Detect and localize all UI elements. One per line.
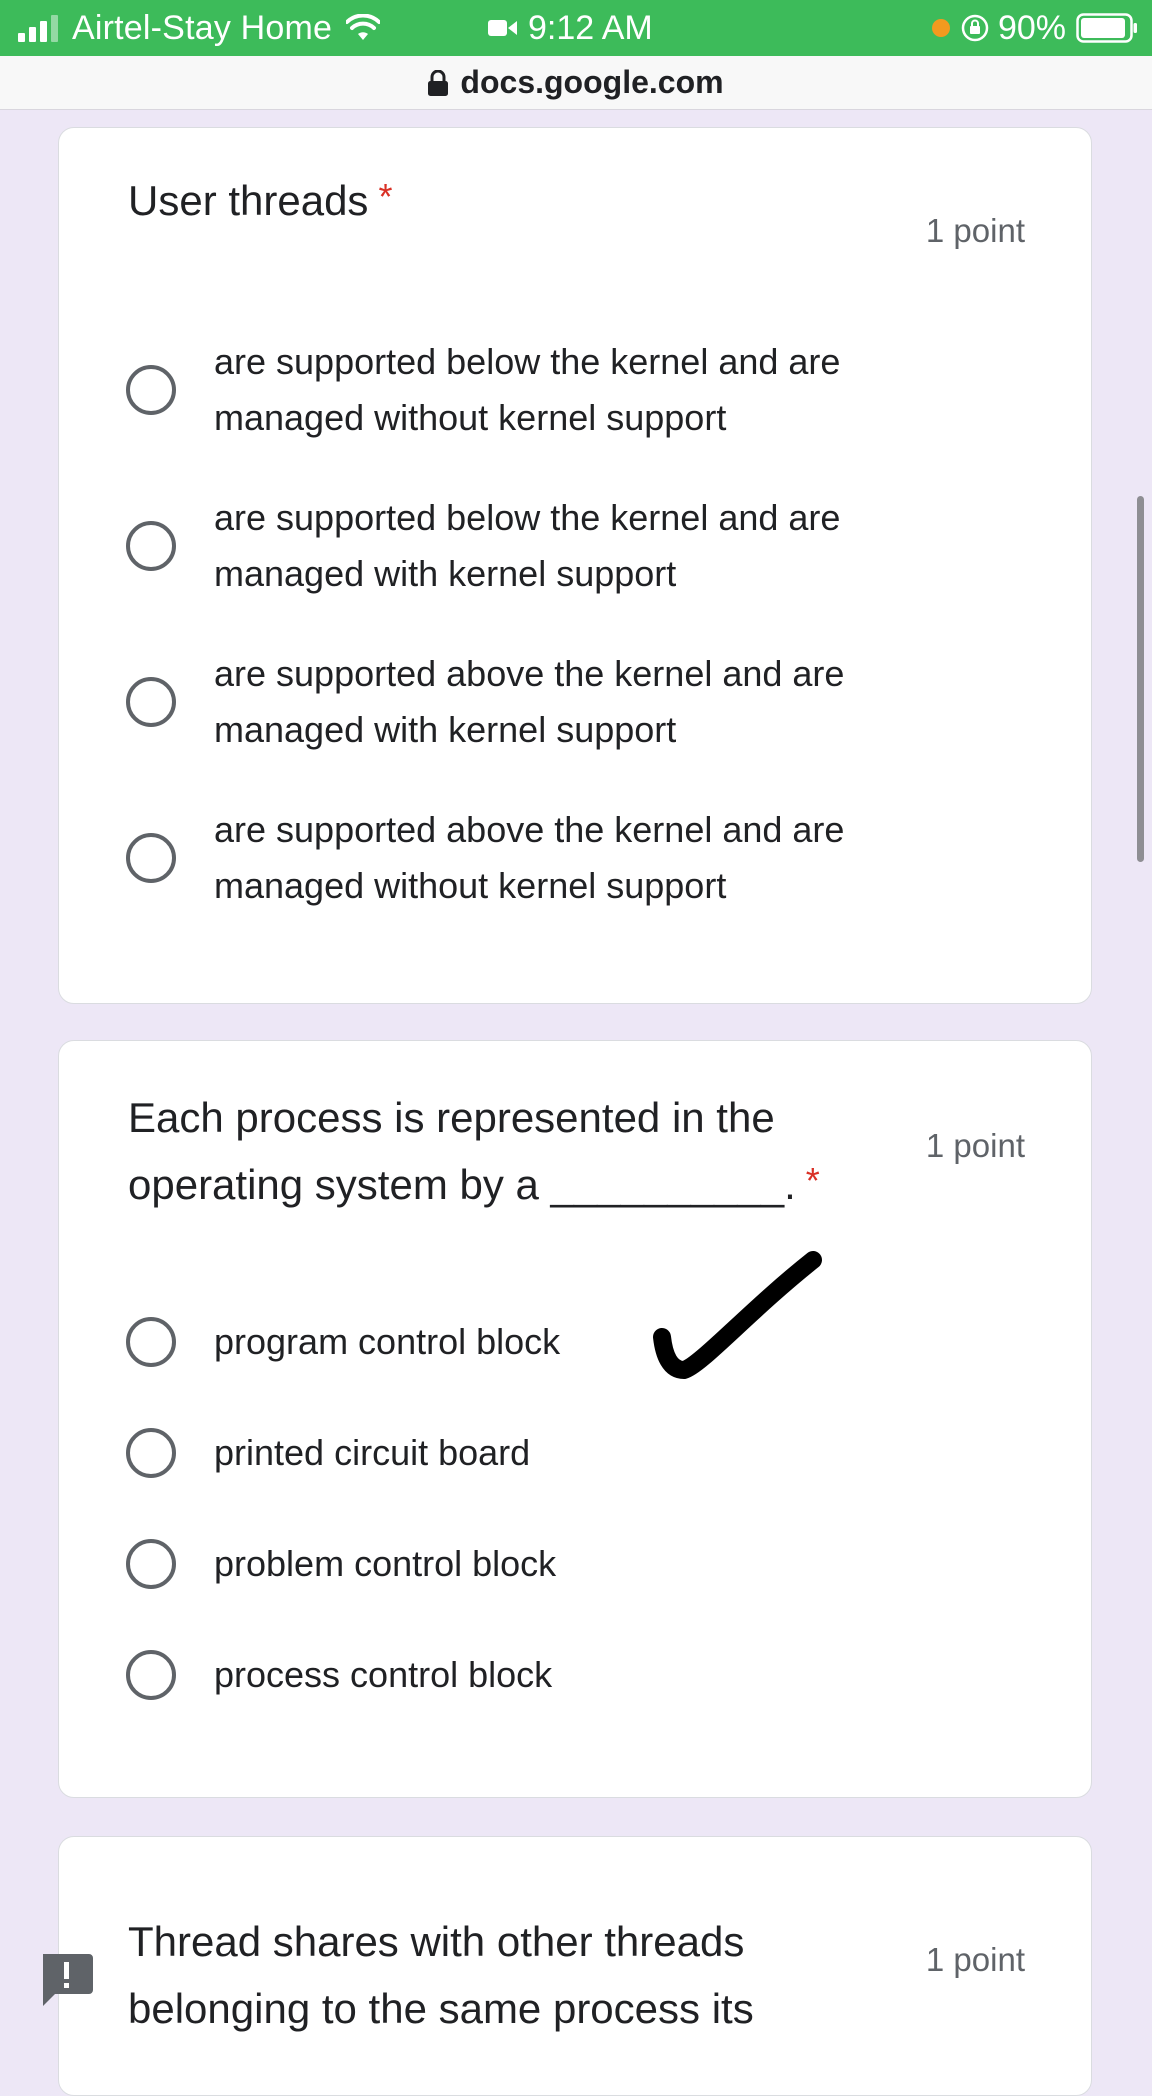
- radio-button[interactable]: [126, 521, 176, 571]
- scrollbar-thumb[interactable]: [1137, 496, 1144, 862]
- question-card: Each process is represented in the opera…: [58, 1040, 1092, 1798]
- url-bar[interactable]: docs.google.com: [0, 56, 1152, 110]
- option-label: are supported above the kernel and are m…: [214, 809, 845, 906]
- battery-percentage: 90%: [997, 8, 1066, 47]
- required-asterisk: *: [805, 1160, 820, 1201]
- lock-icon: [428, 69, 449, 96]
- question-title-text: User threads: [128, 177, 369, 224]
- feedback-icon[interactable]: [37, 1950, 95, 2008]
- radio-option[interactable]: are supported below the kernel and are m…: [126, 334, 1006, 446]
- radio-option[interactable]: problem control block: [126, 1536, 1006, 1592]
- clock: 9:12 AM: [528, 8, 653, 47]
- cellular-signal-icon: [18, 14, 58, 42]
- points-label: 1 point: [925, 1941, 1025, 1978]
- status-bar-left: Airtel-Stay Home: [18, 0, 381, 56]
- question-title: Each process is represented in the opera…: [128, 1084, 858, 1218]
- option-label: process control block: [214, 1654, 553, 1695]
- question-title: Thread shares with other threads belongi…: [128, 1908, 848, 2042]
- url-text: docs.google.com: [460, 64, 724, 100]
- radio-button[interactable]: [126, 1650, 176, 1700]
- question-card: Thread shares with other threads belongi…: [58, 1836, 1092, 2096]
- option-label: are supported below the kernel and are m…: [214, 497, 841, 594]
- question-card: User threads * 1 point are supported belo…: [58, 127, 1092, 1004]
- radio-option[interactable]: are supported above the kernel and are m…: [126, 802, 1006, 914]
- option-label: problem control block: [214, 1543, 557, 1584]
- points-label: 1 point: [925, 212, 1025, 249]
- status-bar-right: 90%: [931, 0, 1138, 56]
- radio-option[interactable]: are supported above the kernel and are m…: [126, 646, 1006, 758]
- option-label: are supported above the kernel and are m…: [214, 653, 845, 750]
- status-bar: Airtel-Stay Home 9:12 AM 90%: [0, 0, 1152, 56]
- question-title-text: Each process is represented in the opera…: [128, 1094, 796, 1208]
- battery-icon: [1076, 13, 1137, 43]
- wifi-icon: [346, 14, 381, 40]
- radio-option[interactable]: program control block: [126, 1314, 1006, 1370]
- radio-button[interactable]: [126, 1539, 176, 1589]
- question-title: User threads *: [128, 167, 848, 234]
- option-label: are supported below the kernel and are m…: [214, 341, 841, 438]
- option-label: printed circuit board: [214, 1432, 531, 1473]
- video-camera-icon: [488, 20, 517, 36]
- status-bar-center: 9:12 AM: [488, 0, 653, 56]
- orientation-lock-icon: [961, 14, 989, 42]
- carrier-name: Airtel-Stay Home: [72, 8, 333, 47]
- radio-button[interactable]: [126, 833, 176, 883]
- radio-button[interactable]: [126, 365, 176, 415]
- points-label: 1 point: [925, 1127, 1025, 1164]
- handwritten-checkmark-icon: [653, 1251, 822, 1379]
- required-asterisk: *: [378, 176, 393, 217]
- radio-button[interactable]: [126, 677, 176, 727]
- radio-option[interactable]: process control block: [126, 1647, 1006, 1703]
- radio-option[interactable]: are supported below the kernel and are m…: [126, 490, 1006, 602]
- radio-option[interactable]: printed circuit board: [126, 1425, 1006, 1481]
- question-title-text: Thread shares with other threads belongi…: [128, 1918, 754, 2032]
- radio-button[interactable]: [126, 1317, 176, 1367]
- privacy-indicator-dot: [931, 19, 950, 37]
- radio-button[interactable]: [126, 1428, 176, 1478]
